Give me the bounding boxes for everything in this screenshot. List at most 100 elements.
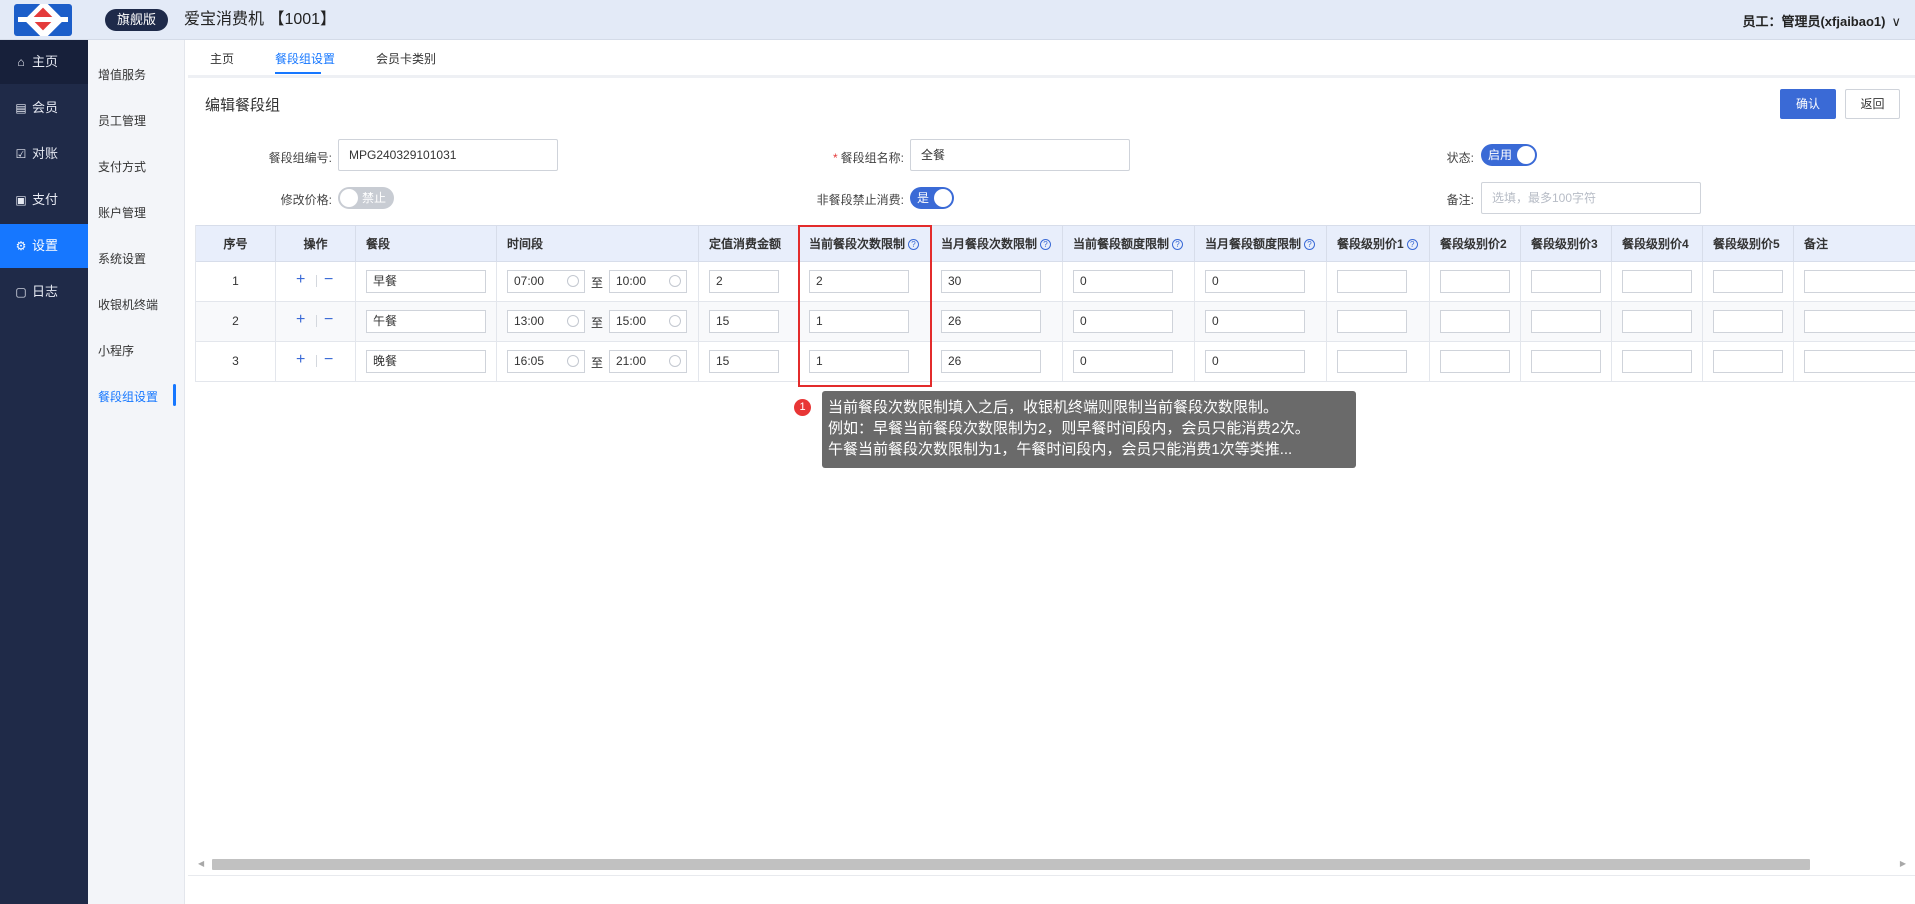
nav-item-log[interactable]: ▢ 日志 xyxy=(0,270,88,314)
level-price-2-input[interactable] xyxy=(1440,350,1510,373)
col-month-amount-limit: 当月餐段额度限制? xyxy=(1195,226,1327,262)
month-amount-limit-input[interactable]: 0 xyxy=(1205,270,1305,293)
table-row: 3 + − 晚餐 16:05 至 21:00 15 1 26 0 0 xyxy=(196,342,1915,382)
tab-meal-group[interactable]: 餐段组设置 xyxy=(275,50,335,67)
payment-icon: ▣ xyxy=(15,193,27,207)
group-no-label: 餐段组编号: xyxy=(268,151,332,165)
level-price-5-input[interactable] xyxy=(1713,270,1783,293)
nav-item-home[interactable]: ⌂ 主页 xyxy=(0,40,88,84)
end-time-input[interactable]: 21:00 xyxy=(609,350,687,373)
level-price-1-input[interactable] xyxy=(1337,270,1407,293)
modify-price-switch[interactable]: 禁止 xyxy=(338,187,394,209)
app-title: 爱宝消费机 【1001】 xyxy=(184,11,337,28)
month-count-limit-input[interactable]: 30 xyxy=(941,270,1041,293)
meal-name-input[interactable]: 午餐 xyxy=(366,310,486,333)
scroll-thumb[interactable] xyxy=(212,859,1810,870)
row-remark-input[interactable] xyxy=(1804,350,1915,373)
start-time-input[interactable]: 13:00 xyxy=(507,310,585,333)
help-icon[interactable]: ? xyxy=(1172,239,1184,250)
scroll-left-icon[interactable]: ◀ xyxy=(198,859,204,868)
meal-amount-limit-input[interactable]: 0 xyxy=(1073,310,1173,333)
table-header: 序号 操作 餐段 时间段 定值消费金额 当前餐段次数限制? 当月餐段次数限制? … xyxy=(196,225,1915,262)
nav-item-payment[interactable]: ▣ 支付 xyxy=(0,178,88,222)
chevron-down-icon: ∨ xyxy=(1891,14,1901,29)
meal-amount-limit-input[interactable]: 0 xyxy=(1073,350,1173,373)
start-time-input[interactable]: 16:05 xyxy=(507,350,585,373)
level-price-1-input[interactable] xyxy=(1337,310,1407,333)
subnav-item-payment-method[interactable]: 支付方式 xyxy=(98,158,146,175)
nav-item-settings[interactable]: ⚙ 设置 xyxy=(0,224,88,268)
level-price-1-input[interactable] xyxy=(1337,350,1407,373)
month-amount-limit-input[interactable]: 0 xyxy=(1205,350,1305,373)
annotation-line: 午餐当前餐段次数限制为1，午餐时间段内，会员只能消费1次等类推... xyxy=(828,441,1293,458)
status-switch[interactable]: 启用 xyxy=(1481,144,1537,166)
level-price-2-input[interactable] xyxy=(1440,310,1510,333)
subnav-item-meal-group[interactable]: 餐段组设置 xyxy=(98,388,158,405)
level-price-3-input[interactable] xyxy=(1531,310,1601,333)
add-row-button[interactable]: + xyxy=(296,271,305,289)
tab-member-card-type[interactable]: 会员卡类别 xyxy=(376,50,436,67)
help-icon[interactable]: ? xyxy=(1304,239,1316,250)
meal-name-input[interactable]: 早餐 xyxy=(366,270,486,293)
nav-item-member[interactable]: ▤ 会员 xyxy=(0,86,88,130)
help-icon[interactable]: ? xyxy=(1040,239,1052,250)
non-meal-switch[interactable]: 是 xyxy=(910,187,954,209)
fixed-amount-input[interactable]: 15 xyxy=(709,310,779,333)
add-row-button[interactable]: + xyxy=(296,351,305,369)
month-count-limit-input[interactable]: 26 xyxy=(941,350,1041,373)
subnav-item-system[interactable]: 系统设置 xyxy=(98,250,146,267)
confirm-button[interactable]: 确认 xyxy=(1780,89,1836,119)
end-time-input[interactable]: 10:00 xyxy=(609,270,687,293)
level-price-2-input[interactable] xyxy=(1440,270,1510,293)
nav-item-label: 主页 xyxy=(32,54,59,69)
remove-row-button[interactable]: − xyxy=(324,311,333,329)
clock-icon xyxy=(669,355,681,367)
table-row: 2 + − 午餐 13:00 至 15:00 15 1 26 0 0 xyxy=(196,302,1915,342)
col-fixed-amount: 定值消费金额 xyxy=(699,226,799,262)
month-amount-limit-input[interactable]: 0 xyxy=(1205,310,1305,333)
clock-icon xyxy=(567,355,579,367)
tab-home[interactable]: 主页 xyxy=(210,50,234,67)
row-remark-input[interactable] xyxy=(1804,310,1915,333)
level-price-5-input[interactable] xyxy=(1713,350,1783,373)
group-no-input[interactable]: MPG240329101031 xyxy=(338,139,558,171)
to-label: 至 xyxy=(591,356,604,370)
scroll-right-icon[interactable]: ▶ xyxy=(1900,859,1906,868)
group-name-label: * 餐段组名称: xyxy=(832,151,904,165)
reconcile-icon: ☑ xyxy=(15,147,27,161)
user-menu[interactable]: 员工：管理员(xfjaibao1) ∨ xyxy=(1742,11,1901,30)
fixed-amount-input[interactable]: 2 xyxy=(709,270,779,293)
col-meal: 餐段 xyxy=(356,226,497,262)
meal-name-input[interactable]: 晚餐 xyxy=(366,350,486,373)
add-row-button[interactable]: + xyxy=(296,311,305,329)
row-seq: 3 xyxy=(232,354,239,368)
row-remark-input[interactable] xyxy=(1804,270,1915,293)
remark-label: 备注: xyxy=(1446,193,1474,207)
level-price-4-input[interactable] xyxy=(1622,310,1692,333)
fixed-amount-input[interactable]: 15 xyxy=(709,350,779,373)
subnav-item-value-added[interactable]: 增值服务 xyxy=(98,66,146,83)
remove-row-button[interactable]: − xyxy=(324,351,333,369)
subnav-item-miniprogram[interactable]: 小程序 xyxy=(98,342,134,359)
end-time-input[interactable]: 15:00 xyxy=(609,310,687,333)
start-time-input[interactable]: 07:00 xyxy=(507,270,585,293)
group-name-input[interactable]: 全餐 xyxy=(910,139,1130,171)
back-button[interactable]: 返回 xyxy=(1845,89,1900,119)
nav-item-reconcile[interactable]: ☑ 对账 xyxy=(0,132,88,176)
horizontal-scrollbar[interactable]: ◀ ▶ xyxy=(196,857,1908,871)
level-price-3-input[interactable] xyxy=(1531,270,1601,293)
clock-icon xyxy=(669,315,681,327)
remove-row-button[interactable]: − xyxy=(324,271,333,289)
subnav-item-terminal[interactable]: 收银机终端 xyxy=(98,296,158,313)
subnav-item-staff[interactable]: 员工管理 xyxy=(98,112,146,129)
month-count-limit-input[interactable]: 26 xyxy=(941,310,1041,333)
level-price-4-input[interactable] xyxy=(1622,350,1692,373)
meal-amount-limit-input[interactable]: 0 xyxy=(1073,270,1173,293)
level-price-4-input[interactable] xyxy=(1622,270,1692,293)
level-price-5-input[interactable] xyxy=(1713,310,1783,333)
remark-input[interactable]: 选填，最多100字符 xyxy=(1481,182,1701,214)
level-price-3-input[interactable] xyxy=(1531,350,1601,373)
help-icon[interactable]: ? xyxy=(1406,239,1418,250)
column-highlight-box xyxy=(798,225,932,387)
subnav-item-account[interactable]: 账户管理 xyxy=(98,204,146,221)
